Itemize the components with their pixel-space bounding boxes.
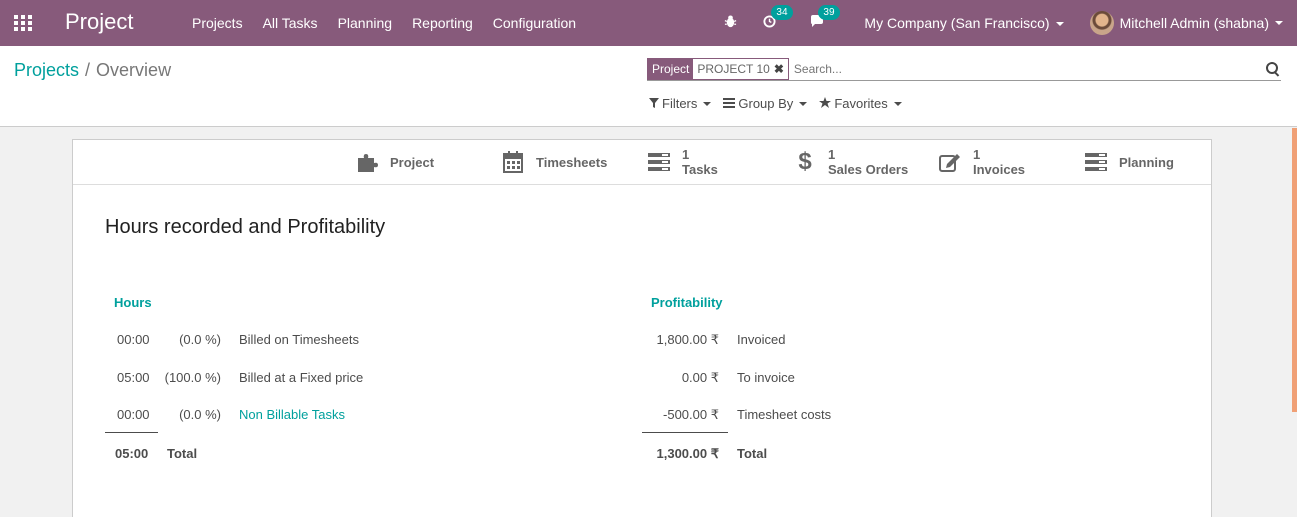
search-facet: Project PROJECT 10 ✖ <box>647 57 789 80</box>
dollar-icon: $ <box>798 148 812 175</box>
top-navbar: Project Projects All Tasks Planning Repo… <box>0 0 1297 46</box>
activity-clock-icon[interactable]: 34 <box>763 5 793 31</box>
edit-icon <box>938 151 962 173</box>
hours-row-value: 05:00 <box>117 370 150 385</box>
tasks-icon <box>1084 151 1108 173</box>
non-billable-tasks-link[interactable]: Non Billable Tasks <box>239 407 345 422</box>
bars-icon <box>723 97 736 111</box>
timesheets-stat-label: Timesheets <box>536 154 608 170</box>
invoices-count: 1 <box>973 147 981 162</box>
profitability-header: Profitability <box>651 295 723 310</box>
sales-orders-stat-label: Sales Orders <box>828 162 909 177</box>
group-by-label: Group By <box>738 96 794 111</box>
messages-chat-icon[interactable]: 39 <box>810 5 840 31</box>
facet-category: Project <box>648 58 694 79</box>
menu-item-planning[interactable]: Planning <box>328 15 403 31</box>
hours-row-percent: (0.0 %) <box>179 407 221 422</box>
planning-stat-button[interactable]: Planning <box>1084 140 1174 184</box>
hours-row-percent: (0.0 %) <box>179 332 221 347</box>
tasks-stat-button[interactable]: 1 Tasks <box>647 140 718 184</box>
filter-icon <box>649 97 659 111</box>
hours-row-value: 00:00 <box>117 407 150 422</box>
company-switcher[interactable]: My Company (San Francisco) <box>864 15 1064 31</box>
menu-item-all-tasks[interactable]: All Tasks <box>253 15 328 31</box>
favorites-label: Favorites <box>834 96 888 111</box>
menu-item-configuration[interactable]: Configuration <box>483 15 586 31</box>
menu-item-projects[interactable]: Projects <box>182 15 253 31</box>
planning-stat-label: Planning <box>1119 154 1174 170</box>
hours-row-percent: (100.0 %) <box>164 370 221 385</box>
invoices-stat-button[interactable]: 1 Invoices <box>938 140 1025 184</box>
hours-header: Hours <box>114 295 152 310</box>
main-menu: Projects All Tasks Planning Reporting Co… <box>182 0 586 46</box>
avatar <box>1089 11 1114 35</box>
overview-sheet: Project Timesheets 1 Tasks $ 1 Sales Order… <box>72 139 1212 517</box>
calendar-icon <box>501 151 525 173</box>
chevron-down-icon <box>1275 21 1283 25</box>
star-icon <box>819 96 832 111</box>
tasks-stat-label: Tasks <box>682 162 718 177</box>
profitability-total-divider <box>642 432 728 433</box>
hours-row-value: 00:00 <box>117 332 150 347</box>
search-options: Filters Group By Favorites <box>649 96 914 111</box>
tasks-icon <box>647 151 671 173</box>
search-input[interactable] <box>793 61 1265 76</box>
project-stat-label: Project <box>390 154 435 170</box>
favorites-button[interactable]: Favorites <box>819 96 902 111</box>
project-stat-button[interactable]: Project <box>355 140 434 184</box>
user-name: Mitchell Admin (shabna) <box>1119 15 1269 31</box>
profitability-row-value: 0.00 ₹ <box>681 370 719 385</box>
filters-label: Filters <box>662 96 698 111</box>
breadcrumb-current: Overview <box>96 60 172 80</box>
filters-button[interactable]: Filters <box>649 96 712 111</box>
company-name: My Company (San Francisco) <box>864 15 1050 31</box>
breadcrumb: Projects / Overview <box>14 60 171 81</box>
user-menu[interactable]: Mitchell Admin (shabna) <box>1089 11 1283 35</box>
chevron-down-icon <box>893 101 902 106</box>
activity-count-badge: 34 <box>771 5 793 20</box>
profitability-total-value: 1,300.00 ₹ <box>656 446 720 461</box>
tasks-count: 1 <box>682 147 690 162</box>
profitability-row-value: 1,800.00 ₹ <box>656 332 720 347</box>
breadcrumb-projects-link[interactable]: Projects <box>14 60 79 80</box>
messages-count-badge: 39 <box>818 5 840 20</box>
navbar-systray: 34 39 My Company (San Francisco) Mitchel… <box>724 0 1297 46</box>
breadcrumb-separator: / <box>85 60 91 80</box>
profitability-row-value: -500.00 ₹ <box>663 407 719 422</box>
apps-menu-icon[interactable] <box>14 15 32 31</box>
hours-total-value: 05:00 <box>115 446 149 461</box>
invoices-stat-label: Invoices <box>973 162 1026 177</box>
profitability-row-label: Timesheet costs <box>737 407 832 422</box>
chevron-down-icon <box>1055 22 1064 27</box>
stat-button-box: Project Timesheets 1 Tasks $ 1 Sales Order… <box>73 140 1211 185</box>
hours-row-label: Billed on Timesheets <box>239 332 359 347</box>
hours-total-label: Total <box>167 446 198 461</box>
timesheets-stat-button[interactable]: Timesheets <box>501 140 607 184</box>
search-icon[interactable] <box>1265 61 1281 77</box>
profitability-row-label: Invoiced <box>737 332 786 347</box>
facet-value: PROJECT 10 <box>697 61 770 76</box>
app-brand: Project <box>65 9 134 34</box>
search-bar: Project PROJECT 10 ✖ <box>647 57 1281 81</box>
profitability-total-label: Total <box>737 446 768 461</box>
control-panel: Projects /Overview Project PROJECT 10 ✖ Fi… <box>0 46 1297 127</box>
hours-row-label: Billed at a Fixed price <box>239 370 364 385</box>
group-by-button[interactable]: Group By <box>723 96 808 111</box>
profitability-row-label: To invoice <box>737 370 795 385</box>
sales-orders-stat-button[interactable]: $ 1 Sales Orders <box>793 140 908 184</box>
chevron-down-icon <box>703 101 712 106</box>
hours-total-divider <box>105 432 158 433</box>
close-icon[interactable]: ✖ <box>774 59 784 79</box>
sales-orders-count: 1 <box>828 147 836 162</box>
puzzle-icon <box>355 151 379 173</box>
menu-item-reporting[interactable]: Reporting <box>402 15 483 31</box>
section-title: Hours recorded and Profitability <box>105 216 386 238</box>
chevron-down-icon <box>799 101 808 106</box>
debug-bug-icon[interactable] <box>724 15 737 31</box>
scrollbar-thumb[interactable] <box>1292 128 1297 412</box>
